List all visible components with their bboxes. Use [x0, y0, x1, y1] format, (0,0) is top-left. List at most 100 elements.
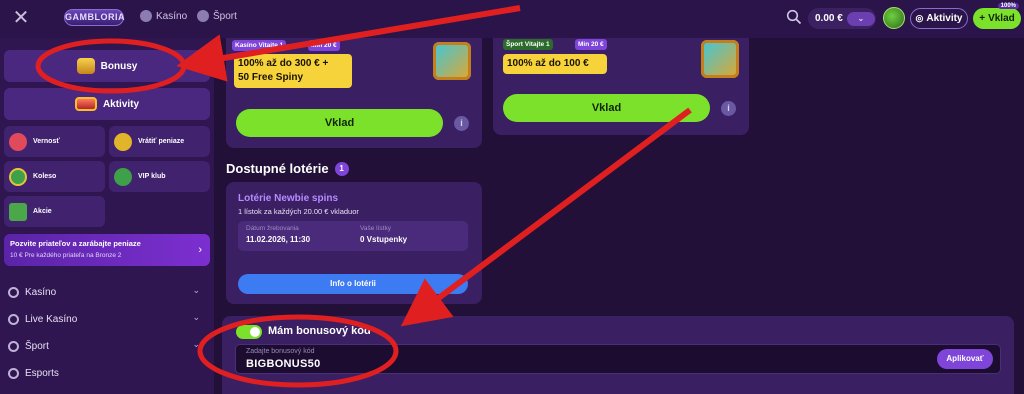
lottery-card: Lotérie Newbie spins 1 lístok za každých… [226, 182, 482, 304]
live-icon [8, 313, 19, 325]
promo-subtitle: 10 € Pre každého priateľa na Bronze 2 [10, 252, 122, 259]
sidebar-item-aktivity[interactable]: Aktivity [4, 88, 210, 120]
menu-label: Esports [25, 367, 59, 379]
nav-kasino[interactable]: Kasíno [140, 10, 187, 22]
vklad-top-button[interactable]: + Vklad 100% [973, 3, 1021, 29]
sidebar-menu-kasino[interactable]: Kasíno ⌄ [8, 282, 204, 302]
treasure-chest-icon [701, 40, 739, 78]
money-icon [9, 202, 27, 221]
sidebar-item-vernost[interactable]: Vernosť [4, 126, 105, 157]
bonus-code-input[interactable]: Zadajte bonusový kód BIGBONUS50 Aplikova… [235, 344, 1001, 374]
sidebar-item-akcie[interactable]: Akcie [4, 196, 105, 227]
cashback-icon [114, 132, 132, 151]
apply-button[interactable]: Aplikovať [937, 349, 993, 369]
menu-label: Šport [25, 340, 49, 352]
info-icon[interactable]: i [721, 101, 736, 116]
vklad-button[interactable]: Vklad [236, 109, 443, 137]
sport-icon [8, 340, 19, 352]
search-icon[interactable] [786, 9, 802, 25]
lottery-tickets-label: Vaše lístky [360, 225, 391, 232]
nav-sport[interactable]: Šport [197, 10, 237, 22]
lottery-name: Lotérie Newbie spins [238, 193, 339, 204]
offer-tag: Šport Vitajte 1 [503, 39, 553, 50]
esports-icon [8, 367, 19, 379]
aktivity-button[interactable]: ◎ Aktivity [910, 8, 968, 29]
top-bar: ✕ GAMBLORIA Kasíno Šport 0.00 € ⌄ ◎ Akti… [0, 0, 1024, 38]
sidebar-item-vratit-peniaze[interactable]: Vrátiť peniaze [109, 126, 210, 157]
sidebar-menu-esports[interactable]: Esports [8, 363, 204, 383]
lottery-date: Dátum žrebovania 11.02.2026, 11:30 [246, 225, 310, 244]
wheel-icon [9, 167, 27, 186]
lottery-tickets: Vaše lístky 0 Vstupenky [360, 225, 407, 244]
lottery-description: 1 lístok za každých 20.00 € vkladuor [238, 207, 359, 216]
lottery-tickets-value: 0 Vstupenky [360, 235, 408, 244]
offer-line-1: 100% až do 300 € + [238, 58, 329, 69]
lottery-info-button[interactable]: Info o lotérii [238, 274, 468, 294]
target-icon: ◎ [915, 13, 924, 23]
sidebar-item-label: Koleso [33, 173, 57, 180]
aktivity-button-label: Aktivity [926, 13, 963, 24]
offer-card-sport: Šport Vitajte 1 Min 20 € 100% až do 100 … [493, 38, 749, 135]
sidebar-item-label: Aktivity [102, 98, 140, 110]
balance-display[interactable]: 0.00 € ⌄ [808, 8, 876, 29]
chevron-down-icon: ⌄ [192, 312, 200, 322]
sidebar: Bonusy Aktivity Vernosť Vrátiť peniaze K… [0, 38, 214, 394]
chevron-down-icon[interactable]: ⌄ [846, 11, 875, 26]
sidebar-item-label: Akcie [33, 208, 52, 215]
lotteries-title: Dostupné lotérie [226, 161, 329, 176]
lotteries-count-badge: 1 [334, 161, 349, 176]
offer-text: 100% až do 300 € + 50 Free Spiny [234, 54, 352, 88]
sidebar-item-label: Vernosť [33, 138, 60, 145]
promo-title: Pozvite priateľov a zarábajte peniaze [10, 239, 141, 248]
bonus-code-toggle[interactable] [236, 325, 262, 339]
offer-min-tag: Min 20 € [308, 40, 340, 51]
lottery-date-value: 11.02.2026, 11:30 [246, 235, 311, 244]
casino-icon [140, 10, 152, 22]
vklad-button[interactable]: Vklad [503, 94, 710, 122]
sidebar-item-bonusy[interactable]: Bonusy [4, 50, 210, 82]
nav-sport-label: Šport [213, 10, 237, 22]
lotteries-heading: Dostupné lotérie 1 [226, 161, 349, 176]
vklad-top-label: Vklad [988, 13, 1015, 24]
offer-tag: Kasíno Vitajte 1 [232, 40, 287, 51]
offer-line-1: 100% až do 100 € [507, 58, 589, 69]
menu-label: Kasíno [25, 286, 57, 298]
slot-machine-icon [74, 97, 97, 111]
sidebar-menu-sport[interactable]: Šport ⌄ [8, 336, 204, 356]
offer-line-2: 50 Free Spiny [238, 72, 304, 83]
vip-icon [114, 167, 132, 186]
sport-icon [197, 10, 209, 22]
heart-icon [9, 132, 27, 151]
sidebar-item-label: Bonusy [100, 60, 138, 72]
bonus-code-toggle-label: Mám bonusový kód [268, 325, 371, 337]
bonus-code-value: BIGBONUS50 [246, 358, 321, 370]
bonus-code-panel: Mám bonusový kód Zadajte bonusový kód BI… [222, 316, 1014, 394]
offer-min-tag: Min 20 € [575, 39, 607, 50]
avatar[interactable] [883, 7, 905, 29]
balance-value: 0.00 € [815, 13, 843, 24]
chevron-right-icon: › [198, 244, 202, 256]
info-icon[interactable]: i [454, 116, 469, 131]
toggle-knob [250, 327, 260, 337]
bonus-code-placeholder: Zadajte bonusový kód [246, 348, 315, 355]
coins-icon [76, 58, 95, 74]
offer-card-casino: Kasíno Vitajte 1 Min 20 € 100% až do 300… [226, 38, 482, 148]
close-icon[interactable]: ✕ [10, 7, 32, 29]
invite-friends-banner[interactable]: Pozvite priateľov a zarábajte peniaze 10… [4, 234, 210, 266]
gambloria-logo[interactable]: GAMBLORIA [64, 9, 125, 26]
lottery-details: Dátum žrebovania 11.02.2026, 11:30 Vaše … [238, 221, 468, 251]
vklad-badge: 100% [997, 3, 1019, 9]
sidebar-item-vip-klub[interactable]: VIP klub [109, 161, 210, 192]
casino-icon [8, 286, 19, 298]
plus-icon: + [979, 13, 986, 24]
sidebar-item-label: Vrátiť peniaze [138, 138, 185, 145]
menu-label: Live Kasíno [25, 313, 78, 325]
lottery-date-label: Dátum žrebovania [246, 225, 299, 232]
chevron-down-icon: ⌄ [192, 285, 200, 295]
sidebar-menu-live-kasino[interactable]: Live Kasíno ⌄ [8, 309, 204, 329]
treasure-chest-icon [433, 42, 471, 80]
sidebar-item-koleso[interactable]: Koleso [4, 161, 105, 192]
sidebar-item-label: VIP klub [138, 173, 166, 180]
chevron-down-icon: ⌄ [192, 339, 200, 349]
offer-text: 100% až do 100 € [503, 54, 607, 74]
